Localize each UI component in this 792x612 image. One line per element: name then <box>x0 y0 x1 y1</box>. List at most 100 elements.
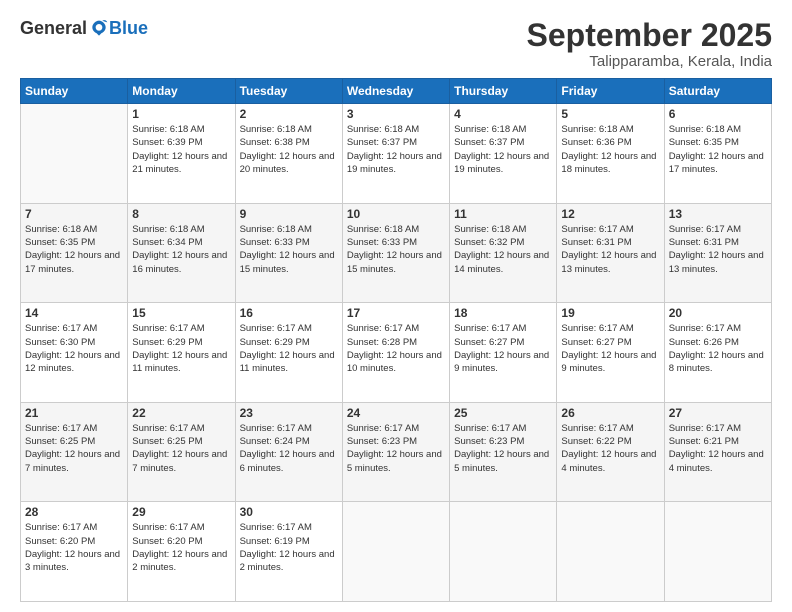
table-row: 21 Sunrise: 6:17 AM Sunset: 6:25 PM Dayli… <box>21 402 128 502</box>
day-info: Sunrise: 6:17 AM Sunset: 6:27 PM Dayligh… <box>561 322 659 375</box>
day-number: 13 <box>669 207 767 221</box>
day-number: 19 <box>561 306 659 320</box>
location-title: Talipparamba, Kerala, India <box>527 53 772 70</box>
day-info: Sunrise: 6:18 AM Sunset: 6:32 PM Dayligh… <box>454 223 552 276</box>
table-row: 26 Sunrise: 6:17 AM Sunset: 6:22 PM Dayli… <box>557 402 664 502</box>
day-info: Sunrise: 6:17 AM Sunset: 6:28 PM Dayligh… <box>347 322 445 375</box>
calendar-week-row: 1Sunrise: 6:18 AM Sunset: 6:39 PM Daylig… <box>21 104 772 204</box>
day-info: Sunrise: 6:17 AM Sunset: 6:25 PM Dayligh… <box>25 422 123 475</box>
table-row: 20Sunrise: 6:17 AM Sunset: 6:26 PM Dayli… <box>664 303 771 403</box>
table-row: 17 Sunrise: 6:17 AM Sunset: 6:28 PM Dayli… <box>342 303 449 403</box>
day-number: 1 <box>132 107 230 121</box>
day-info: Sunrise: 6:17 AM Sunset: 6:25 PM Dayligh… <box>132 422 230 475</box>
table-row: 23Sunrise: 6:17 AM Sunset: 6:24 PM Dayli… <box>235 402 342 502</box>
header-friday: Friday <box>557 79 664 104</box>
table-row: 9Sunrise: 6:18 AM Sunset: 6:33 PM Daylig… <box>235 203 342 303</box>
table-row: 24 Sunrise: 6:17 AM Sunset: 6:23 PM Dayli… <box>342 402 449 502</box>
day-info: Sunrise: 6:17 AM Sunset: 6:21 PM Dayligh… <box>669 422 767 475</box>
table-row: 1Sunrise: 6:18 AM Sunset: 6:39 PM Daylig… <box>128 104 235 204</box>
day-number: 27 <box>669 406 767 420</box>
table-row: 14 Sunrise: 6:17 AM Sunset: 6:30 PM Dayli… <box>21 303 128 403</box>
day-number: 6 <box>669 107 767 121</box>
logo-general: General <box>20 18 87 39</box>
day-info: Sunrise: 6:17 AM Sunset: 6:19 PM Dayligh… <box>240 521 338 574</box>
day-info: Sunrise: 6:18 AM Sunset: 6:37 PM Dayligh… <box>454 123 552 176</box>
table-row: 5 Sunrise: 6:18 AM Sunset: 6:36 PM Daylig… <box>557 104 664 204</box>
table-row: 11Sunrise: 6:18 AM Sunset: 6:32 PM Dayli… <box>450 203 557 303</box>
day-number: 7 <box>25 207 123 221</box>
table-row: 29 Sunrise: 6:17 AM Sunset: 6:20 PM Dayli… <box>128 502 235 602</box>
table-row: 2Sunrise: 6:18 AM Sunset: 6:38 PM Daylig… <box>235 104 342 204</box>
day-info: Sunrise: 6:17 AM Sunset: 6:20 PM Dayligh… <box>132 521 230 574</box>
calendar-week-row: 7 Sunrise: 6:18 AM Sunset: 6:35 PM Daylig… <box>21 203 772 303</box>
day-info: Sunrise: 6:17 AM Sunset: 6:29 PM Dayligh… <box>240 322 338 375</box>
day-info: Sunrise: 6:17 AM Sunset: 6:30 PM Dayligh… <box>25 322 123 375</box>
day-number: 5 <box>561 107 659 121</box>
day-number: 24 <box>347 406 445 420</box>
table-row: 30 Sunrise: 6:17 AM Sunset: 6:19 PM Dayli… <box>235 502 342 602</box>
table-row: 13 Sunrise: 6:17 AM Sunset: 6:31 PM Dayli… <box>664 203 771 303</box>
day-number: 25 <box>454 406 552 420</box>
day-number: 15 <box>132 306 230 320</box>
day-info: Sunrise: 6:17 AM Sunset: 6:20 PM Dayligh… <box>25 521 123 574</box>
table-row: 12 Sunrise: 6:17 AM Sunset: 6:31 PM Dayli… <box>557 203 664 303</box>
day-info: Sunrise: 6:18 AM Sunset: 6:37 PM Dayligh… <box>347 123 445 176</box>
day-info: Sunrise: 6:18 AM Sunset: 6:35 PM Dayligh… <box>25 223 123 276</box>
header-right: September 2025 Talipparamba, Kerala, Ind… <box>527 18 772 70</box>
day-info: Sunrise: 6:17 AM Sunset: 6:22 PM Dayligh… <box>561 422 659 475</box>
day-info: Sunrise: 6:17 AM Sunset: 6:26 PM Dayligh… <box>669 322 767 375</box>
day-info: Sunrise: 6:17 AM Sunset: 6:27 PM Dayligh… <box>454 322 552 375</box>
day-number: 12 <box>561 207 659 221</box>
page: General Blue September 2025 Talipparamba… <box>0 0 792 612</box>
day-number: 4 <box>454 107 552 121</box>
table-row: 8Sunrise: 6:18 AM Sunset: 6:34 PM Daylig… <box>128 203 235 303</box>
day-number: 29 <box>132 505 230 519</box>
table-row <box>450 502 557 602</box>
calendar-table: Sunday Monday Tuesday Wednesday Thursday… <box>20 78 772 602</box>
table-row <box>342 502 449 602</box>
table-row: 4 Sunrise: 6:18 AM Sunset: 6:37 PM Daylig… <box>450 104 557 204</box>
calendar-week-row: 21 Sunrise: 6:17 AM Sunset: 6:25 PM Dayli… <box>21 402 772 502</box>
table-row: 19 Sunrise: 6:17 AM Sunset: 6:27 PM Dayli… <box>557 303 664 403</box>
day-info: Sunrise: 6:17 AM Sunset: 6:23 PM Dayligh… <box>347 422 445 475</box>
header-saturday: Saturday <box>664 79 771 104</box>
day-number: 9 <box>240 207 338 221</box>
day-info: Sunrise: 6:17 AM Sunset: 6:31 PM Dayligh… <box>561 223 659 276</box>
table-row: 7 Sunrise: 6:18 AM Sunset: 6:35 PM Daylig… <box>21 203 128 303</box>
day-info: Sunrise: 6:18 AM Sunset: 6:36 PM Dayligh… <box>561 123 659 176</box>
day-info: Sunrise: 6:17 AM Sunset: 6:29 PM Dayligh… <box>132 322 230 375</box>
day-info: Sunrise: 6:18 AM Sunset: 6:34 PM Dayligh… <box>132 223 230 276</box>
day-number: 26 <box>561 406 659 420</box>
day-number: 16 <box>240 306 338 320</box>
calendar-week-row: 14 Sunrise: 6:17 AM Sunset: 6:30 PM Dayli… <box>21 303 772 403</box>
table-row: 22 Sunrise: 6:17 AM Sunset: 6:25 PM Dayli… <box>128 402 235 502</box>
table-row: 18Sunrise: 6:17 AM Sunset: 6:27 PM Dayli… <box>450 303 557 403</box>
table-row: 27 Sunrise: 6:17 AM Sunset: 6:21 PM Dayli… <box>664 402 771 502</box>
table-row: 25Sunrise: 6:17 AM Sunset: 6:23 PM Dayli… <box>450 402 557 502</box>
day-number: 21 <box>25 406 123 420</box>
day-number: 22 <box>132 406 230 420</box>
table-row: 16 Sunrise: 6:17 AM Sunset: 6:29 PM Dayli… <box>235 303 342 403</box>
day-info: Sunrise: 6:17 AM Sunset: 6:31 PM Dayligh… <box>669 223 767 276</box>
table-row <box>557 502 664 602</box>
day-info: Sunrise: 6:18 AM Sunset: 6:33 PM Dayligh… <box>347 223 445 276</box>
table-row: 10Sunrise: 6:18 AM Sunset: 6:33 PM Dayli… <box>342 203 449 303</box>
month-title: September 2025 <box>527 18 772 53</box>
day-info: Sunrise: 6:17 AM Sunset: 6:24 PM Dayligh… <box>240 422 338 475</box>
weekday-header-row: Sunday Monday Tuesday Wednesday Thursday… <box>21 79 772 104</box>
top-section: General Blue September 2025 Talipparamba… <box>20 18 772 70</box>
header-tuesday: Tuesday <box>235 79 342 104</box>
day-number: 3 <box>347 107 445 121</box>
table-row <box>21 104 128 204</box>
logo-blue: Blue <box>109 18 148 39</box>
day-number: 14 <box>25 306 123 320</box>
header-sunday: Sunday <box>21 79 128 104</box>
day-number: 30 <box>240 505 338 519</box>
table-row <box>664 502 771 602</box>
header-monday: Monday <box>128 79 235 104</box>
table-row: 28 Sunrise: 6:17 AM Sunset: 6:20 PM Dayli… <box>21 502 128 602</box>
day-number: 28 <box>25 505 123 519</box>
day-number: 17 <box>347 306 445 320</box>
logo-text: General Blue <box>20 18 148 39</box>
table-row: 3 Sunrise: 6:18 AM Sunset: 6:37 PM Daylig… <box>342 104 449 204</box>
